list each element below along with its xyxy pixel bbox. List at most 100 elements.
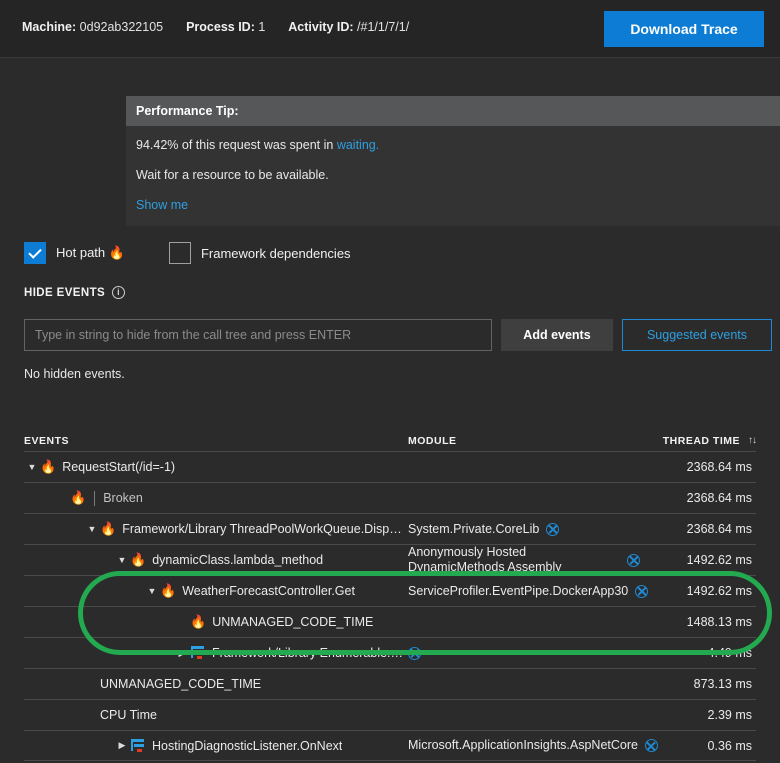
cell-events: ▼ 🔥 Framework/Library ThreadPoolWorkQueue.… bbox=[24, 521, 408, 537]
table-row[interactable]: CPU Time 2.39 ms bbox=[24, 699, 756, 730]
process-id-label: Process ID: bbox=[186, 20, 255, 34]
cell-thread-time: 873.13 ms bbox=[693, 677, 752, 691]
module-name: ServiceProfiler.EventPipe.DockerApp30 bbox=[408, 583, 629, 598]
framework-dependency-icon bbox=[130, 738, 146, 753]
framework-dependencies-checkbox-box[interactable] bbox=[168, 242, 191, 264]
row-divider bbox=[94, 490, 96, 506]
performance-tip-body: 94.42% of this request was spent in wait… bbox=[126, 126, 780, 226]
chevron-down-icon[interactable]: ▼ bbox=[84, 524, 100, 534]
chevron-right-icon[interactable]: ▶ bbox=[114, 741, 130, 750]
download-trace-button[interactable]: Download Trace bbox=[604, 11, 764, 47]
performance-tip-header: Performance Tip: bbox=[126, 96, 780, 126]
module-name: Anonymously Hosted DynamicMethods Assemb… bbox=[408, 545, 562, 574]
table-row[interactable]: ▼ 🔥 dynamicClass.lambda_method Anonymously … bbox=[24, 544, 756, 575]
chevron-down-icon[interactable]: ▼ bbox=[24, 462, 40, 472]
hide-events-input[interactable] bbox=[24, 319, 492, 351]
trace-metadata: Machine: 0d92ab322105 Process ID: 1 Acti… bbox=[22, 20, 409, 34]
cell-events: ▶ HostingDiagnosticListener.OnNext bbox=[24, 738, 408, 753]
cell-events: UNMANAGED_CODE_TIME bbox=[24, 677, 408, 691]
framework-dependencies-checkbox[interactable]: Framework dependencies bbox=[168, 242, 351, 264]
column-header-thread-time[interactable]: THREAD TIME ↑↓ bbox=[640, 434, 757, 447]
table-row[interactable]: ▼ 🔥 Framework/Library ThreadPoolWorkQueue.… bbox=[24, 513, 756, 544]
hide-module-icon[interactable] bbox=[408, 646, 421, 660]
cell-events: ▶ Framework/Library Enumerable.ToArray Sy… bbox=[24, 646, 408, 660]
info-icon[interactable]: i bbox=[112, 286, 126, 299]
cell-thread-time: 2368.64 ms bbox=[686, 491, 752, 505]
cell-events: ▼ 🔥 RequestStart(/id=-1) bbox=[24, 459, 408, 475]
activity-id-value: /#1/1/7/1/ bbox=[357, 20, 410, 34]
hidden-events-status: No hidden events. bbox=[24, 367, 125, 381]
chevron-down-icon[interactable]: ▼ bbox=[114, 555, 130, 565]
event-name: UNMANAGED_CODE_TIME bbox=[212, 615, 374, 629]
hot-path-label-text: Hot path bbox=[56, 245, 106, 260]
column-header-module[interactable]: MODULE bbox=[408, 435, 640, 447]
cell-events: 🔥 Broken bbox=[24, 490, 408, 506]
flame-icon: 🔥 bbox=[160, 583, 177, 598]
table-row[interactable]: ▼ 🔥 WeatherForecastController.Get ServicePr… bbox=[24, 575, 756, 606]
hide-module-icon[interactable] bbox=[627, 553, 640, 567]
performance-tip-line-1: 94.42% of this request was spent in wait… bbox=[136, 138, 770, 152]
cell-module bbox=[408, 646, 640, 660]
cell-thread-time: 1492.62 ms bbox=[686, 553, 752, 567]
flame-icon: 🔥 bbox=[108, 245, 125, 260]
hide-module-icon[interactable] bbox=[635, 584, 649, 598]
table-row[interactable]: ▼ 🔥 RequestStart(/id=-1) 2368.64 ms bbox=[24, 451, 756, 482]
table-row[interactable]: 🔥 UNMANAGED_CODE_TIME 1488.13 ms bbox=[24, 606, 756, 637]
chevron-right-icon[interactable]: ▶ bbox=[174, 648, 190, 658]
call-tree-table: EVENTS MODULE THREAD TIME ↑↓ ▼ 🔥 RequestSt… bbox=[24, 430, 757, 761]
cell-events: 🔥 UNMANAGED_CODE_TIME bbox=[24, 614, 408, 630]
event-name: Framework/Library Enumerable.ToArray Sys… bbox=[212, 646, 408, 660]
module-name: System.Private.CoreLib bbox=[408, 521, 540, 536]
hot-path-checkbox-box[interactable] bbox=[24, 242, 46, 264]
filter-checkbox-row: Hot path 🔥 Framework dependencies bbox=[24, 241, 351, 265]
table-row[interactable]: 🔥 Broken 2368.64 ms bbox=[24, 482, 756, 513]
event-name: CPU Time bbox=[100, 708, 157, 722]
process-id-value: 1 bbox=[258, 20, 266, 34]
add-events-button[interactable]: Add events bbox=[501, 319, 613, 351]
profiler-call-tree-page: Machine: 0d92ab322105 Process ID: 1 Acti… bbox=[0, 0, 780, 763]
framework-dependencies-label: Framework dependencies bbox=[200, 245, 351, 261]
event-name: UNMANAGED_CODE_TIME bbox=[100, 677, 262, 691]
cell-thread-time: 1488.13 ms bbox=[686, 615, 752, 629]
module-name: Microsoft.ApplicationInsights.AspNetCore bbox=[408, 738, 638, 752]
show-me-link[interactable]: Show me bbox=[136, 198, 770, 212]
cell-module: Microsoft.ApplicationInsights.AspNetCore bbox=[408, 738, 658, 753]
cell-events: CPU Time bbox=[24, 708, 408, 722]
flame-icon: 🔥 bbox=[100, 521, 117, 536]
table-row[interactable]: ▶ Framework/Library Enumerable.ToArray Sy… bbox=[24, 637, 756, 668]
sort-updown-icon[interactable]: ↑↓ bbox=[748, 435, 757, 446]
event-name: Framework/Library ThreadPoolWorkQueue.Di… bbox=[122, 522, 408, 536]
hot-path-label: Hot path 🔥 bbox=[56, 245, 125, 261]
cell-module: System.Private.CoreLib bbox=[408, 522, 640, 537]
machine-label: Machine: bbox=[22, 20, 77, 34]
performance-tip-line-2: Wait for a resource to be available. bbox=[136, 168, 329, 182]
cell-thread-time: 2368.64 ms bbox=[686, 460, 752, 474]
table-row[interactable]: UNMANAGED_CODE_TIME 873.13 ms bbox=[24, 668, 756, 699]
machine-value: 0d92ab322105 bbox=[79, 20, 164, 34]
event-name: HostingDiagnosticListener.OnNext bbox=[152, 738, 343, 753]
chevron-down-icon[interactable]: ▼ bbox=[144, 586, 160, 596]
hide-events-controls: Add events Suggested events bbox=[24, 319, 772, 351]
cell-thread-time: 1492.62 ms bbox=[686, 584, 752, 598]
table-row[interactable]: ▶ HostingDiagnosticListener.OnNext Microso… bbox=[24, 730, 756, 761]
top-bar: Machine: 0d92ab322105 Process ID: 1 Acti… bbox=[0, 0, 780, 58]
flame-icon: 🔥 bbox=[190, 614, 207, 629]
cell-module: ServiceProfiler.EventPipe.DockerApp30 bbox=[408, 583, 649, 599]
hot-path-checkbox[interactable]: Hot path 🔥 bbox=[24, 242, 125, 264]
suggested-events-button[interactable]: Suggested events bbox=[622, 319, 772, 351]
hide-module-icon[interactable] bbox=[546, 522, 560, 536]
framework-dependency-icon bbox=[190, 646, 206, 660]
call-tree-rows: ▼ 🔥 RequestStart(/id=-1) 2368.64 ms 🔥 Broken 2… bbox=[24, 451, 756, 761]
event-name: dynamicClass.lambda_method bbox=[152, 553, 324, 567]
cell-events: ▼ 🔥 WeatherForecastController.Get bbox=[24, 583, 408, 599]
hide-events-title: HIDE EVENTS i bbox=[24, 286, 126, 299]
flame-icon: 🔥 bbox=[40, 459, 57, 474]
hide-events-title-text: HIDE EVENTS bbox=[24, 286, 106, 299]
activity-id-label: Activity ID: bbox=[288, 20, 354, 34]
column-header-thread-time-text: THREAD TIME bbox=[662, 434, 740, 447]
cell-module: Anonymously Hosted DynamicMethods Assemb… bbox=[408, 545, 640, 575]
waiting-link[interactable]: waiting. bbox=[337, 138, 379, 152]
hide-module-icon[interactable] bbox=[644, 739, 658, 752]
column-header-events[interactable]: EVENTS bbox=[24, 435, 408, 447]
performance-tip-line-1-text: 94.42% of this request was spent in bbox=[136, 138, 337, 152]
